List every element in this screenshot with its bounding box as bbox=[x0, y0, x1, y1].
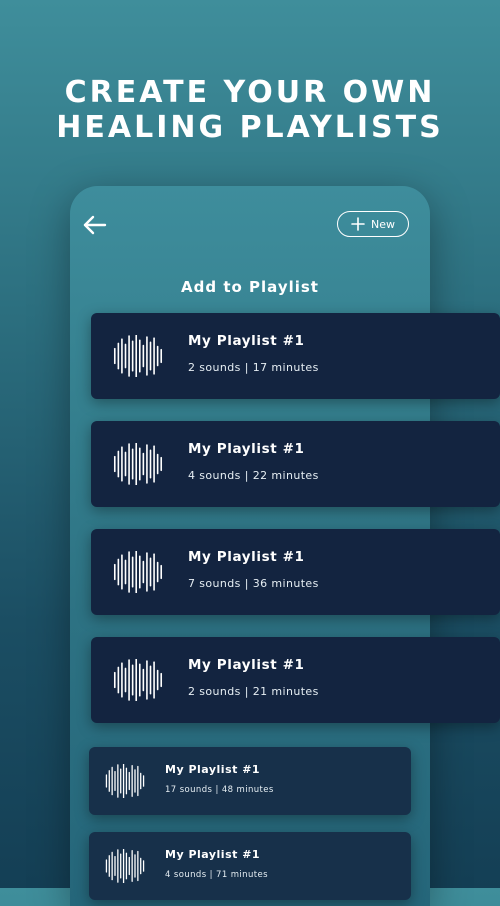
playlist-card[interactable]: My Playlist #1 2 sounds | 21 minutes bbox=[91, 637, 500, 723]
playlist-card[interactable]: My Playlist #1 7 sounds | 36 minutes bbox=[91, 529, 500, 615]
sound-wave-icon bbox=[113, 335, 163, 377]
new-button-label: New bbox=[371, 217, 395, 231]
playlist-meta: 4 sounds | 22 minutes bbox=[188, 469, 319, 482]
sound-wave-icon bbox=[113, 551, 163, 593]
sound-wave-icon bbox=[113, 443, 163, 485]
headline-line-2: HEALING PLAYLISTS bbox=[56, 110, 444, 145]
playlist-meta: 2 sounds | 21 minutes bbox=[188, 685, 319, 698]
playlist-name: My Playlist #1 bbox=[165, 763, 261, 776]
playlist-meta: 17 sounds | 48 minutes bbox=[165, 785, 274, 795]
playlist-name: My Playlist #1 bbox=[188, 549, 305, 565]
sound-wave-icon bbox=[105, 764, 145, 798]
playlist-name: My Playlist #1 bbox=[188, 333, 305, 349]
new-playlist-button[interactable]: New bbox=[337, 211, 409, 237]
playlist-card[interactable]: My Playlist #1 4 sounds | 71 minutes bbox=[89, 832, 411, 900]
playlist-meta: 4 sounds | 71 minutes bbox=[165, 870, 268, 880]
playlist-card[interactable]: My Playlist #1 4 sounds | 22 minutes bbox=[91, 421, 500, 507]
playlist-meta: 2 sounds | 17 minutes bbox=[188, 361, 319, 374]
playlist-name: My Playlist #1 bbox=[188, 441, 305, 457]
sound-wave-icon bbox=[113, 659, 163, 701]
screen-title: Add to Playlist bbox=[181, 278, 319, 296]
playlist-meta: 7 sounds | 36 minutes bbox=[188, 577, 319, 590]
sound-wave-icon bbox=[105, 849, 145, 883]
headline-line-1: CREATE YOUR OWN bbox=[64, 75, 436, 110]
playlist-card[interactable]: My Playlist #1 2 sounds | 17 minutes bbox=[91, 313, 500, 399]
arrow-left-icon bbox=[83, 215, 107, 235]
back-button[interactable] bbox=[82, 212, 108, 238]
plus-icon bbox=[351, 217, 365, 231]
playlist-name: My Playlist #1 bbox=[165, 848, 261, 861]
playlist-name: My Playlist #1 bbox=[188, 657, 305, 673]
playlist-card[interactable]: My Playlist #1 17 sounds | 48 minutes bbox=[89, 747, 411, 815]
